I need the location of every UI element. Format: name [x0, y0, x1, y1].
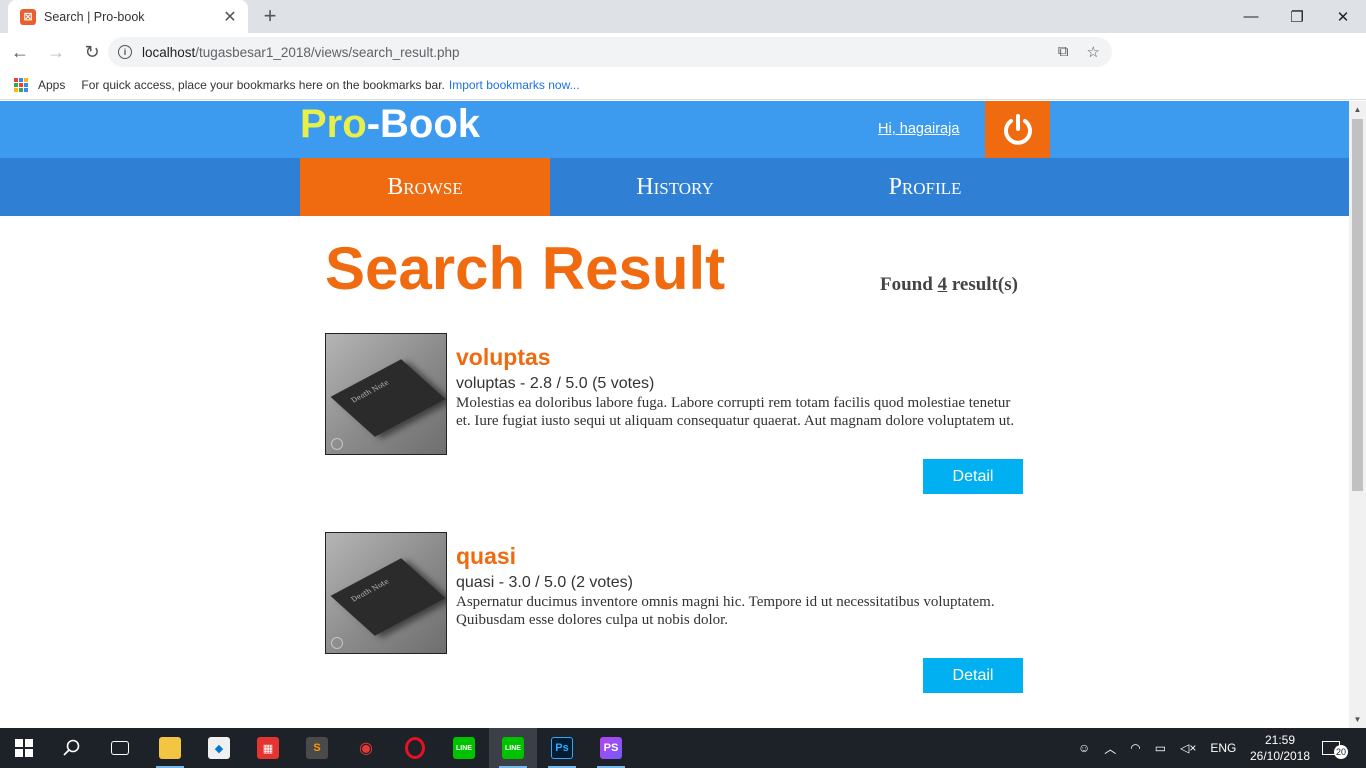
line-app-active-icon[interactable]: LINE — [489, 728, 537, 768]
detail-button[interactable]: Detail — [923, 658, 1023, 693]
detail-button[interactable]: Detail — [923, 459, 1023, 494]
taskbar-clock[interactable]: 21:59 26/10/2018 — [1248, 732, 1312, 764]
page-title: Search Result — [325, 235, 726, 302]
browser-tab[interactable]: ⊠ Search | Pro-book ✕ — [8, 0, 248, 33]
minimize-icon[interactable]: — — [1228, 0, 1274, 33]
watermark-icon — [331, 438, 343, 450]
book-description: Molestias ea doloribus labore fuga. Labo… — [456, 395, 1015, 429]
battery-icon[interactable]: ▭ — [1155, 741, 1166, 755]
new-tab-icon[interactable]: + — [258, 3, 282, 28]
book-cover-graphic: Death Note — [330, 359, 446, 437]
notification-count: 20 — [1334, 745, 1348, 759]
book-cover-image: Death Note — [325, 333, 447, 455]
sublime-text-icon[interactable]: S — [293, 728, 341, 768]
xampp-favicon-icon: ⊠ — [20, 8, 36, 25]
input-language[interactable]: ENG — [1210, 741, 1236, 755]
scroll-thumb[interactable] — [1352, 119, 1363, 491]
apps-shortcut[interactable]: Apps — [38, 78, 65, 92]
close-window-icon[interactable]: ✕ — [1320, 0, 1366, 33]
task-view-icon[interactable] — [96, 728, 144, 768]
power-icon — [1003, 113, 1032, 145]
browser-toolbar: ← → ↻ i localhost/tugasbesar1_2018/views… — [0, 33, 1366, 97]
url-text: localhost/tugasbesar1_2018/views/search_… — [142, 44, 460, 60]
tab-title: Search | Pro-book — [44, 9, 145, 24]
bookmarks-bar: Apps For quick access, place your bookma… — [0, 71, 1366, 100]
nav-history[interactable]: History — [550, 158, 800, 216]
file-explorer-icon[interactable] — [146, 728, 194, 768]
book-cover-image: Death Note — [325, 532, 447, 654]
page-viewport: Pro-Book Hi, hagairaja Browse History Pr… — [0, 101, 1349, 728]
tab-close-icon[interactable]: ✕ — [222, 7, 238, 27]
photoshop-icon[interactable]: Ps — [538, 728, 586, 768]
bookmarks-hint: For quick access, place your bookmarks h… — [81, 78, 445, 92]
result-count: Found 4 result(s) — [880, 274, 1018, 295]
garena-icon[interactable]: ◉ — [342, 728, 390, 768]
translate-icon[interactable]: ⧉ — [1058, 43, 1069, 61]
book-title: quasi — [456, 543, 517, 569]
forward-arrow-icon[interactable]: → — [40, 36, 72, 68]
windows-taskbar: ◆ ▦ S ◉ LINE LINE Ps PS ☺ ︿ ◠ ▭ ◁× ENG 2… — [0, 728, 1366, 768]
address-bar[interactable]: i localhost/tugasbesar1_2018/views/searc… — [108, 37, 1112, 67]
site-header: Pro-Book Hi, hagairaja — [0, 101, 1349, 158]
book-cover-graphic: Death Note — [330, 558, 446, 636]
show-hidden-icons-icon[interactable]: ︿ — [1104, 740, 1116, 757]
apps-grid-icon[interactable] — [14, 78, 28, 92]
result-count-number: 4 — [937, 274, 948, 295]
start-windows-icon[interactable] — [0, 728, 48, 768]
notification-center-icon[interactable]: 20 — [1322, 728, 1348, 768]
book-description: Aspernatur ducimus inventore omnis magni… — [456, 594, 995, 628]
watermark-icon — [331, 637, 343, 649]
import-bookmarks-link[interactable]: Import bookmarks now... — [449, 78, 580, 92]
system-tray: ☺ ︿ ◠ ▭ ◁× ENG — [1078, 728, 1236, 768]
user-greeting-link[interactable]: Hi, hagairaja — [878, 121, 959, 137]
back-arrow-icon[interactable]: ← — [4, 36, 36, 68]
nav-browse[interactable]: Browse — [300, 158, 550, 216]
opera-icon[interactable] — [391, 728, 439, 768]
gift-app-icon[interactable]: ▦ — [244, 728, 292, 768]
bookmark-star-icon[interactable]: ☆ — [1087, 43, 1100, 61]
logout-button[interactable] — [985, 101, 1050, 158]
scroll-up-icon[interactable]: ▲ — [1349, 101, 1366, 118]
main-navigation: Browse History Profile — [0, 158, 1349, 216]
phpstorm-icon[interactable]: PS — [587, 728, 635, 768]
reload-icon[interactable]: ↻ — [76, 36, 108, 68]
book-title: voluptas — [456, 344, 551, 370]
wifi-icon[interactable]: ◠ — [1130, 741, 1140, 755]
search-icon[interactable] — [48, 728, 96, 768]
scroll-down-icon[interactable]: ▼ — [1349, 711, 1366, 728]
line-app-icon[interactable]: LINE — [440, 728, 488, 768]
restore-icon[interactable]: ❐ — [1274, 0, 1320, 33]
nav-profile[interactable]: Profile — [800, 158, 1050, 216]
people-icon[interactable]: ☺ — [1078, 741, 1090, 755]
volume-muted-icon[interactable]: ◁× — [1180, 741, 1196, 755]
site-logo[interactable]: Pro-Book — [300, 101, 480, 147]
site-info-icon[interactable]: i — [118, 45, 132, 59]
store-icon[interactable]: ◆ — [195, 728, 243, 768]
browser-tab-strip: ⊠ Search | Pro-book ✕ + — ❐ ✕ — [0, 0, 1366, 33]
book-rating: voluptas - 2.8 / 5.0 (5 votes) — [456, 375, 655, 392]
book-rating: quasi - 3.0 / 5.0 (2 votes) — [456, 574, 633, 591]
page-scrollbar[interactable]: ▲ ▼ — [1349, 101, 1366, 728]
